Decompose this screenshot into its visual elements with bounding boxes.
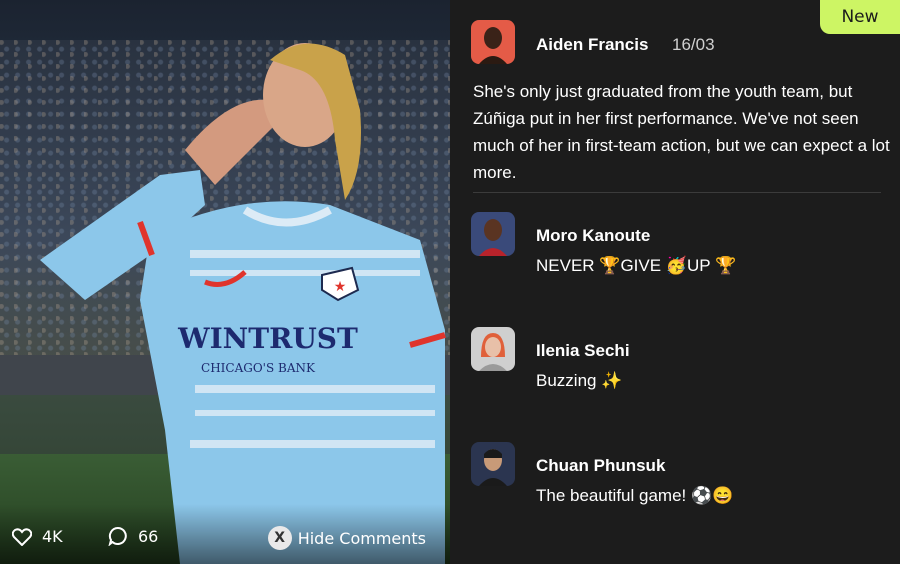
hide-comments-button[interactable]: X Hide Comments: [267, 526, 426, 550]
comment-bubble-icon: [108, 526, 127, 546]
divider: [473, 192, 881, 193]
like-count-label: 4K: [42, 527, 63, 546]
post-author-name[interactable]: Aiden Francis: [536, 35, 648, 55]
player-figure: ★ WINTRUST CHICAGO'S BANK: [40, 43, 446, 564]
avatar-portrait-icon: [479, 219, 507, 256]
hide-comments-label: Hide Comments: [297, 528, 426, 548]
media-image: ★ WINTRUST CHICAGO'S BANK 4K 66 X Hide C…: [0, 0, 450, 564]
comment-avatar[interactable]: [471, 327, 515, 371]
comment-author-name[interactable]: Ilenia Sechi: [536, 341, 630, 361]
comment-text: NEVER 🏆GIVE 🥳UP 🏆: [536, 256, 737, 275]
svg-text:★: ★: [334, 279, 347, 295]
comment-count-label: 66: [138, 526, 159, 546]
comment-avatar[interactable]: [471, 212, 515, 256]
x-button-icon: X: [267, 526, 292, 550]
comment-text: Buzzing ✨: [536, 371, 623, 390]
post-date: 16/03: [672, 35, 715, 54]
avatar-portrait-icon: [479, 449, 507, 486]
like-count[interactable]: 4K: [12, 527, 63, 546]
avatar-portrait-icon: [479, 27, 507, 64]
sponsor-subtext: CHICAGO'S BANK: [201, 361, 316, 375]
comments-panel: New Aiden Francis 16/03 She's only just …: [450, 0, 900, 564]
comment-avatar[interactable]: [471, 442, 515, 486]
post-body: She's only just graduated from the youth…: [473, 82, 890, 182]
sponsor-text: WINTRUST: [177, 322, 358, 355]
new-badge: New: [820, 0, 900, 34]
avatar-portrait-icon: [479, 333, 507, 371]
comment-count[interactable]: 66: [108, 526, 158, 546]
heart-icon: [12, 527, 32, 546]
comment-author-name[interactable]: Chuan Phunsuk: [536, 456, 665, 476]
comment-text: The beautiful game! ⚽😄: [536, 486, 734, 505]
post-author-avatar[interactable]: [471, 20, 515, 64]
comment-author-name[interactable]: Moro Kanoute: [536, 226, 650, 246]
